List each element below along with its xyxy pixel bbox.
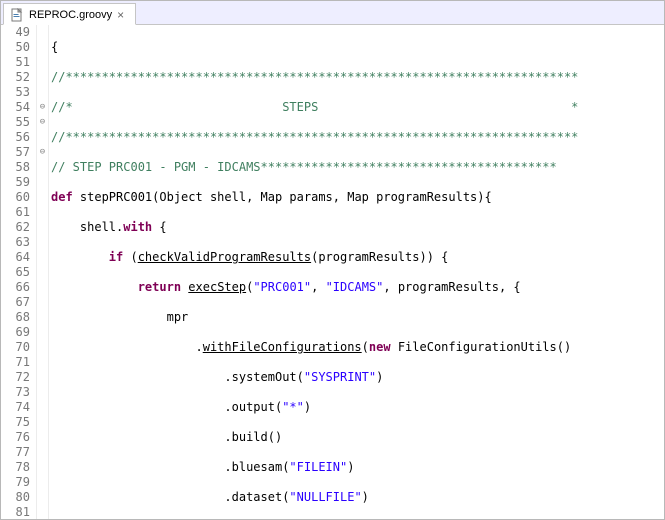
line-number: 56 (1, 130, 36, 145)
line-number: 77 (1, 445, 36, 460)
line-number: 61 (1, 205, 36, 220)
fold-marker (37, 295, 48, 310)
code-line: //**************************************… (51, 130, 664, 145)
code-line: //**************************************… (51, 70, 664, 85)
line-number-gutter: 4950515253545556575859606162636465666768… (1, 25, 37, 519)
fold-marker (37, 235, 48, 250)
code-line: .dataset("NULLFILE") (51, 490, 664, 505)
fold-marker (37, 70, 48, 85)
code-line: // STEP PRC001 - PGM - IDCAMS***********… (51, 160, 664, 175)
code-line: .systemOut("SYSPRINT") (51, 370, 664, 385)
line-number: 59 (1, 175, 36, 190)
line-number: 80 (1, 490, 36, 505)
tab-bar: REPROC.groovy × (1, 1, 664, 25)
fold-marker (37, 220, 48, 235)
line-number: 71 (1, 355, 36, 370)
code-line: def stepPRC001(Object shell, Map params,… (51, 190, 664, 205)
fold-marker (37, 445, 48, 460)
tab-title: REPROC.groovy (29, 9, 112, 21)
line-number: 72 (1, 370, 36, 385)
fold-marker (37, 355, 48, 370)
line-number: 53 (1, 85, 36, 100)
line-number: 52 (1, 70, 36, 85)
fold-marker (37, 400, 48, 415)
fold-marker (37, 505, 48, 520)
fold-marker (37, 40, 48, 55)
line-number: 62 (1, 220, 36, 235)
fold-marker (37, 160, 48, 175)
line-number: 49 (1, 25, 36, 40)
line-number: 58 (1, 160, 36, 175)
code-line: if (checkValidProgramResults(programResu… (51, 250, 664, 265)
fold-marker (37, 415, 48, 430)
code-line: .build() (51, 430, 664, 445)
code-area[interactable]: { //************************************… (49, 25, 664, 519)
code-line: .output("*") (51, 400, 664, 415)
close-icon[interactable]: × (117, 10, 127, 20)
line-number: 55 (1, 115, 36, 130)
line-number: 64 (1, 250, 36, 265)
line-number: 63 (1, 235, 36, 250)
line-number: 68 (1, 310, 36, 325)
fold-marker (37, 85, 48, 100)
line-number: 60 (1, 190, 36, 205)
line-number: 76 (1, 430, 36, 445)
line-number: 69 (1, 325, 36, 340)
fold-marker (37, 460, 48, 475)
code-line: .bluesam("FILEIN") (51, 460, 664, 475)
fold-marker (37, 340, 48, 355)
fold-marker (37, 130, 48, 145)
code-line: //* STEPS * (51, 100, 664, 115)
line-number: 50 (1, 40, 36, 55)
code-line: return execStep("PRC001", "IDCAMS", prog… (51, 280, 664, 295)
editor-window: REPROC.groovy × 495051525354555657585960… (0, 0, 665, 520)
fold-marker[interactable]: ⊖ (37, 100, 48, 115)
line-number: 57 (1, 145, 36, 160)
groovy-file-icon (10, 8, 24, 22)
fold-marker (37, 310, 48, 325)
fold-marker[interactable]: ⊖ (37, 115, 48, 130)
fold-marker (37, 265, 48, 280)
line-number: 73 (1, 385, 36, 400)
fold-marker (37, 385, 48, 400)
line-number: 81 (1, 505, 36, 520)
fold-marker (37, 370, 48, 385)
line-number: 54 (1, 100, 36, 115)
fold-marker[interactable]: ⊖ (37, 145, 48, 160)
line-number: 78 (1, 460, 36, 475)
line-number: 74 (1, 400, 36, 415)
fold-marker (37, 280, 48, 295)
line-number: 70 (1, 340, 36, 355)
code-line: mpr (51, 310, 664, 325)
code-line: .withFileConfigurations(new FileConfigur… (51, 340, 664, 355)
folding-gutter[interactable]: ⊖⊖⊖ (37, 25, 49, 519)
fold-marker (37, 325, 48, 340)
editor-body: 4950515253545556575859606162636465666768… (1, 25, 664, 519)
fold-marker (37, 175, 48, 190)
line-number: 66 (1, 280, 36, 295)
line-number: 75 (1, 415, 36, 430)
fold-marker (37, 205, 48, 220)
line-number: 51 (1, 55, 36, 70)
fold-marker (37, 55, 48, 70)
line-number: 67 (1, 295, 36, 310)
line-number: 65 (1, 265, 36, 280)
line-number: 79 (1, 475, 36, 490)
fold-marker (37, 250, 48, 265)
fold-marker (37, 490, 48, 505)
fold-marker (37, 475, 48, 490)
code-line: shell.with { (51, 220, 664, 235)
fold-marker (37, 25, 48, 40)
code-line: { (51, 40, 664, 55)
fold-marker (37, 190, 48, 205)
fold-marker (37, 430, 48, 445)
tab-reproc-groovy[interactable]: REPROC.groovy × (3, 3, 136, 25)
